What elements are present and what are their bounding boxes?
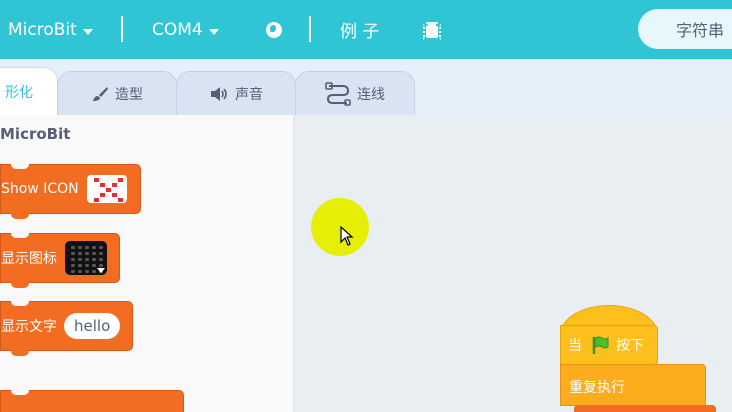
serial-mode-button[interactable]: 字符串 xyxy=(638,9,732,49)
board-selector[interactable]: MicroBit xyxy=(8,0,93,59)
block-show-icon[interactable]: Show ICON xyxy=(0,164,141,219)
tab-sounds-label: 声音 xyxy=(235,86,263,103)
block-show-string-label: 显示文字 xyxy=(1,319,57,335)
board-selector-label: MicroBit xyxy=(8,19,77,40)
examples-button[interactable]: 例 子 xyxy=(340,0,379,59)
tab-code-label: 形化 xyxy=(5,85,33,101)
block-show-icon-label: Show ICON xyxy=(1,181,79,197)
category-title: MicroBit xyxy=(0,125,71,143)
tab-code[interactable]: 形化 xyxy=(0,67,58,116)
port-selector-label: COM4 xyxy=(152,19,203,40)
block-show-string[interactable]: 显示文字 hello xyxy=(0,301,133,356)
divider xyxy=(309,16,311,42)
hat-label-when: 当 xyxy=(568,338,582,354)
text-input[interactable]: hello xyxy=(64,313,121,339)
firmware-button[interactable] xyxy=(423,0,441,59)
tab-sounds[interactable]: 声音 xyxy=(176,71,296,115)
top-menu-bar: MicroBit COM4 例 子 字符串 xyxy=(0,0,732,59)
script-workspace[interactable]: 当 按下 重复执行 xyxy=(294,115,732,412)
chevron-down-icon xyxy=(82,28,93,35)
serial-mode-label: 字符串 xyxy=(676,21,725,40)
block-palette: MicroBit Show ICON 显示图标 显示文字 hello xyxy=(0,115,294,412)
divider xyxy=(121,16,123,42)
green-flag-icon xyxy=(592,336,609,354)
examples-label: 例 子 xyxy=(340,22,380,42)
mouse-cursor-icon xyxy=(340,226,354,246)
tab-wiring[interactable]: 连线 xyxy=(295,71,415,115)
editor-tabs: 形化 造型 声音 连线 xyxy=(0,59,732,116)
speaker-icon xyxy=(211,86,227,101)
chevron-down-icon xyxy=(208,28,219,35)
globe-icon xyxy=(266,21,282,38)
port-selector[interactable]: COM4 xyxy=(152,0,219,59)
tab-costumes-label: 造型 xyxy=(115,86,143,103)
forever-label: 重复执行 xyxy=(569,380,625,396)
block-show-image[interactable]: 显示图标 xyxy=(0,233,120,288)
hat-label-clicked: 按下 xyxy=(616,338,644,354)
led-matrix-picker[interactable] xyxy=(65,241,107,275)
hat-text: 当 按下 xyxy=(568,335,644,355)
block-partial[interactable] xyxy=(0,390,184,412)
tab-costumes[interactable]: 造型 xyxy=(57,71,177,115)
language-button[interactable] xyxy=(266,0,282,59)
wire-icon xyxy=(325,81,351,106)
nested-block[interactable] xyxy=(574,405,716,412)
chip-icon xyxy=(423,21,441,40)
when-flag-clicked-block[interactable]: 当 按下 xyxy=(560,305,660,365)
icon-matrix-picker[interactable] xyxy=(86,175,127,203)
tab-wiring-label: 连线 xyxy=(357,86,385,103)
brush-icon xyxy=(93,86,108,101)
forever-block[interactable]: 重复执行 xyxy=(560,364,706,406)
block-show-image-label: 显示图标 xyxy=(1,251,57,267)
